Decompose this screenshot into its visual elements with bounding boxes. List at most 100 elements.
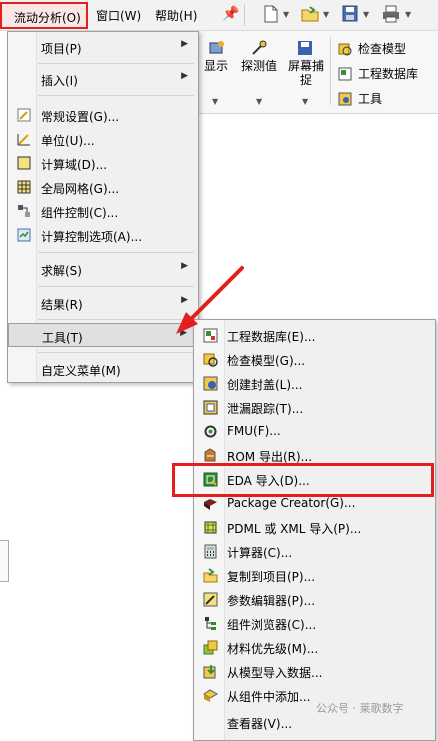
menu-item-label: 查看器(V)... — [227, 717, 293, 731]
menu-item-label: 泄漏跟踪(T)... — [227, 402, 304, 416]
database-icon — [338, 67, 352, 81]
menu-item-component-browser[interactable]: 组件浏览器(C)... — [194, 611, 435, 635]
submenu-arrow-icon: ▶ — [181, 71, 188, 81]
ribbon-check-model-label: 检查模型 — [358, 42, 407, 56]
calculator-icon — [204, 544, 217, 559]
print-icon[interactable] — [381, 4, 401, 24]
menu-item-units[interactable]: 单位(U)... — [8, 127, 198, 151]
settings-icon — [17, 108, 31, 122]
menu-item-label: 复制到项目(P)... — [227, 570, 316, 584]
new-document-icon[interactable] — [262, 4, 280, 24]
menu-item-label: 从模型导入数据... — [227, 666, 323, 680]
submenu-arrow-icon: ▶ — [181, 39, 188, 49]
chevron-down-icon[interactable]: ▼ — [363, 10, 369, 19]
menu-item-calculator[interactable]: 计算器(C)... — [194, 539, 435, 563]
menu-item-label: 计算域(D)... — [41, 158, 108, 172]
separator — [244, 4, 245, 26]
menu-item-label: 创建封盖(L)... — [227, 378, 303, 392]
chevron-down-icon[interactable]: ▼ — [323, 10, 329, 19]
menu-item-computational-domain[interactable]: 计算域(D)... — [8, 151, 198, 175]
menu-item-project[interactable]: 项目(P) ▶ — [8, 35, 198, 59]
menu-item-label: 全局网格(G)... — [41, 182, 120, 196]
menu-item-label: PDML 或 XML 导入(P)... — [227, 522, 362, 536]
menu-item-label: 自定义菜单(M) — [41, 364, 121, 378]
domain-icon — [17, 156, 31, 170]
param-icon — [203, 592, 218, 607]
menu-item-label: 工具(T) — [42, 331, 83, 345]
menu-item-insert[interactable]: 插入(I) ▶ — [8, 67, 198, 91]
save-icon[interactable] — [341, 4, 359, 24]
ribbon: 显示 探测值 屏幕捕捉 ▼ ▼ ▼ 检查模型 工程数据库 工具 — [198, 31, 438, 114]
menu-item-label: 结果(R) — [41, 298, 83, 312]
menu-item-label: 计算控制选项(A)... — [41, 230, 143, 244]
ribbon-check-model[interactable]: 检查模型 — [338, 40, 406, 57]
ribbon-tools[interactable]: 工具 — [338, 90, 382, 107]
browser-icon — [205, 617, 216, 630]
menu-item-label: 求解(S) — [41, 264, 82, 278]
chevron-down-icon[interactable]: ▼ — [212, 97, 218, 106]
menu-separator — [38, 95, 194, 96]
leak-icon — [203, 400, 218, 415]
menu-item-label: 组件控制(C)... — [41, 206, 119, 220]
menu-item-label: 计算器(C)... — [227, 546, 293, 560]
add-icon — [203, 689, 218, 702]
check-model-icon — [203, 353, 218, 367]
menu-item-copy-to-project[interactable]: 复制到项目(P)... — [194, 563, 435, 587]
menu-flow-analysis[interactable]: 流动分析(O) — [0, 2, 88, 29]
menu-separator — [38, 352, 194, 353]
ribbon-tools-label: 工具 — [358, 92, 383, 106]
menu-help[interactable]: 帮助(H) — [155, 7, 197, 24]
import-icon — [203, 665, 216, 679]
menu-item-label: 材料优先级(M)... — [227, 642, 319, 656]
menu-item-customize-menu[interactable]: 自定义菜单(M) — [8, 357, 198, 381]
menu-item-label: Package Creator(G)... — [227, 496, 356, 510]
probe-button[interactable]: 探测值 — [236, 59, 282, 73]
copy-icon — [203, 568, 218, 583]
menu-item-label: 参数编辑器(P)... — [227, 594, 316, 608]
probe-icon — [252, 40, 267, 55]
package-icon — [204, 499, 217, 510]
menu-separator — [38, 63, 194, 64]
open-folder-icon[interactable] — [300, 4, 320, 24]
menu-item-leak-tracking[interactable]: 泄漏跟踪(T)... — [194, 395, 435, 419]
menu-item-label: 常规设置(G)... — [41, 110, 120, 124]
menu-bar: 流动分析(O) 窗口(W) 帮助(H) 📌 ▼ ▼ ▼ ▼ — [0, 0, 438, 31]
display-button[interactable]: 显示 — [200, 59, 232, 73]
menu-item-fmu[interactable]: FMU(F)... — [194, 419, 435, 443]
ribbon-engineering-database[interactable]: 工程数据库 — [338, 65, 418, 82]
chevron-down-icon[interactable]: ▼ — [302, 97, 308, 106]
menu-item-pdml-xml-import[interactable]: PDML 或 XML 导入(P)... — [194, 515, 435, 539]
menu-item-import-from-model[interactable]: 从模型导入数据... — [194, 659, 435, 683]
menu-item-global-mesh[interactable]: 全局网格(G)... — [8, 175, 198, 199]
mesh-icon — [17, 180, 31, 194]
menu-item-parameter-editor[interactable]: 参数编辑器(P)... — [194, 587, 435, 611]
chevron-down-icon[interactable]: ▼ — [283, 10, 289, 19]
menu-item-check-model[interactable]: 检查模型(G)... — [194, 347, 435, 371]
menu-flow-analysis-label: 流动分析(O) — [14, 11, 81, 25]
chevron-down-icon[interactable]: ▼ — [256, 97, 262, 106]
check-model-icon — [338, 43, 352, 56]
display-icon — [209, 41, 224, 54]
menu-item-label: 单位(U)... — [41, 134, 95, 148]
menu-item-label: 从组件中添加... — [227, 690, 311, 704]
menu-item-label: 组件浏览器(C)... — [227, 618, 317, 632]
menu-window[interactable]: 窗口(W) — [96, 7, 141, 24]
menu-item-material-priority[interactable]: 材料优先级(M)... — [194, 635, 435, 659]
menu-item-label: 检查模型(G)... — [227, 354, 306, 368]
screen-capture-button[interactable]: 屏幕捕捉 — [286, 59, 326, 87]
chevron-down-icon[interactable]: ▼ — [405, 10, 411, 19]
material-icon — [203, 640, 218, 655]
menu-item-calculation-control[interactable]: 计算控制选项(A)... — [8, 223, 198, 247]
tools-icon — [338, 92, 352, 106]
units-icon — [17, 134, 30, 146]
calc-control-icon — [17, 228, 31, 242]
menu-item-create-lids[interactable]: 创建封盖(L)... — [194, 371, 435, 395]
menu-item-component-control[interactable]: 组件控制(C)... — [8, 199, 198, 223]
pin-icon[interactable]: 📌 — [222, 6, 239, 22]
menu-item-general-settings[interactable]: 常规设置(G)... — [8, 103, 198, 127]
fmu-icon — [204, 425, 217, 438]
ribbon-separator — [330, 37, 331, 105]
annotation-arrow-icon — [176, 266, 244, 334]
menu-item-label: 插入(I) — [41, 74, 78, 88]
screen-capture-icon — [298, 41, 312, 55]
